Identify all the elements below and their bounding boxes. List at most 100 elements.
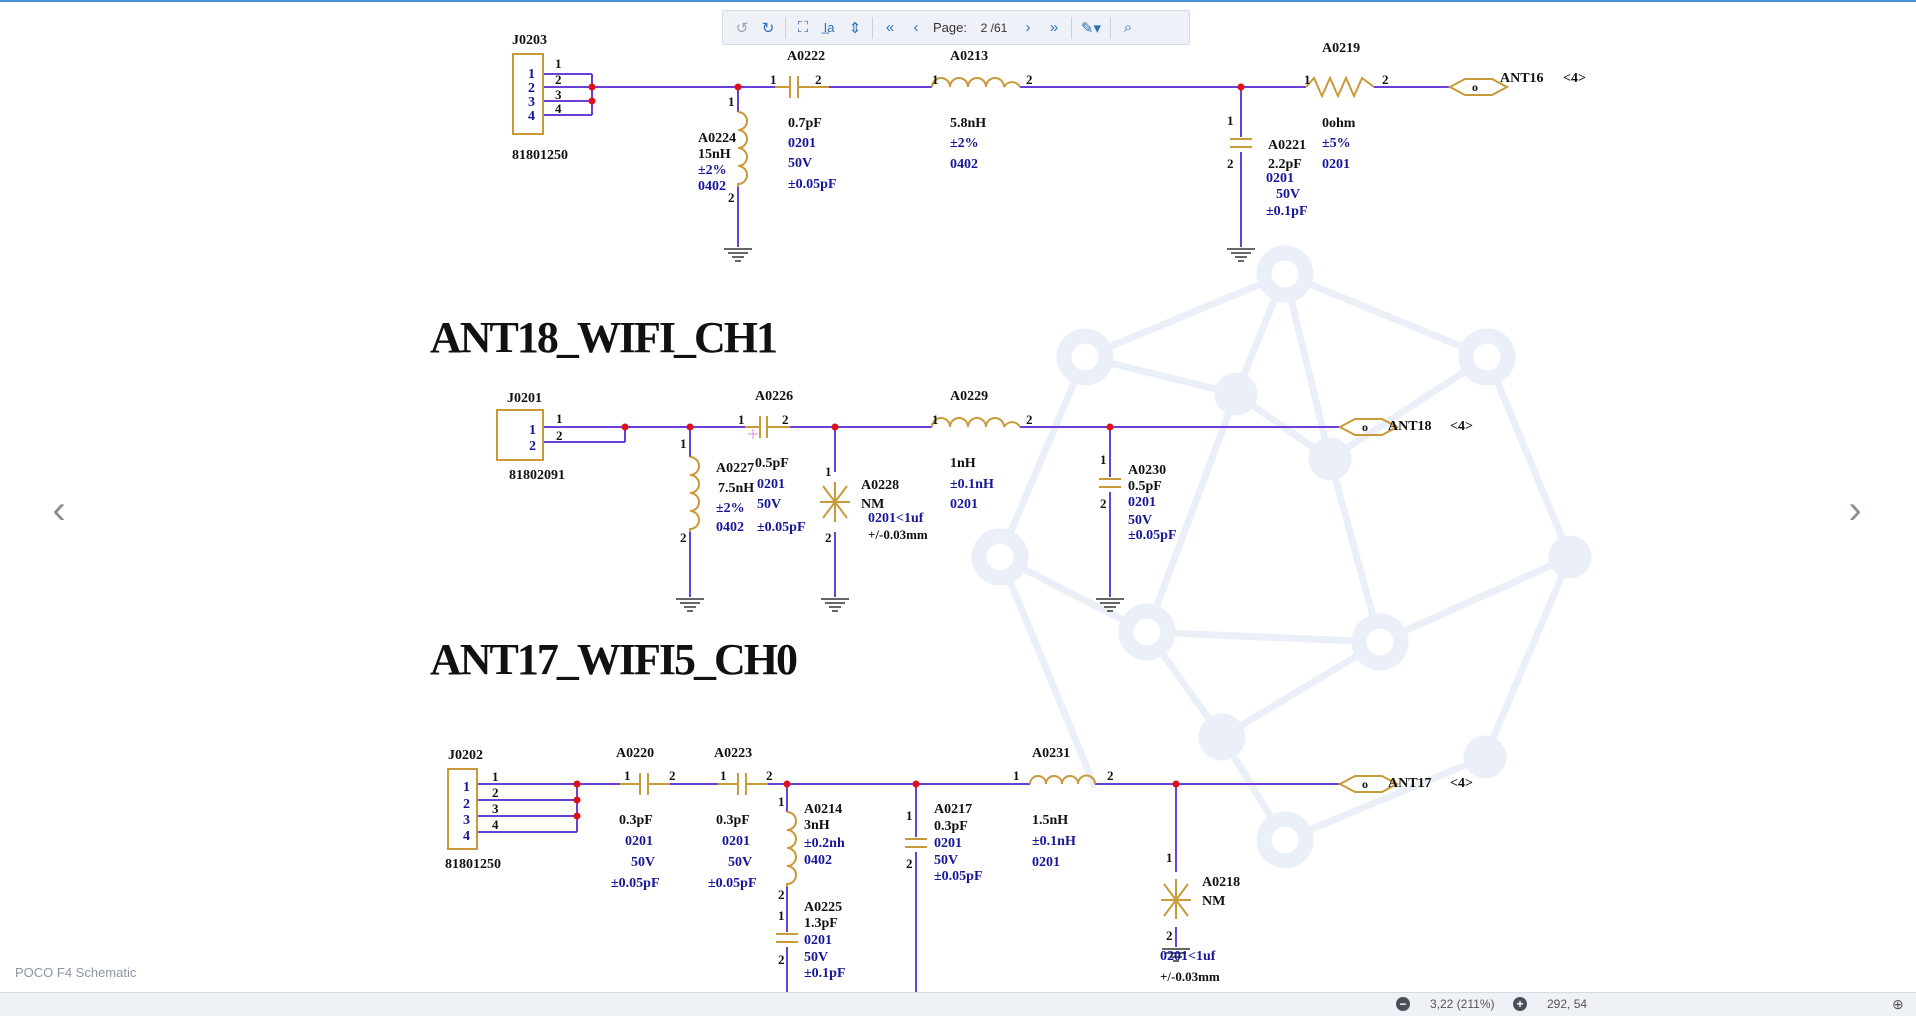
pkg-a0225: 0201 bbox=[804, 933, 832, 948]
pin-label: 2 bbox=[778, 887, 785, 902]
prev-page-button[interactable]: ‹ bbox=[903, 15, 929, 41]
tol-a0213: ±2% bbox=[950, 136, 979, 151]
pin-label: 1 bbox=[720, 768, 727, 783]
ref-j0203: J0203 bbox=[512, 33, 547, 48]
ref-a0228: A0228 bbox=[861, 478, 899, 493]
page-number-input[interactable]: 2 /61 bbox=[973, 21, 1015, 35]
minus-icon: − bbox=[1399, 997, 1407, 1011]
ref-a0226: A0226 bbox=[755, 389, 793, 404]
circuit-ant17: J0202 81801250 A0220 A0223 A0231 A0214 A… bbox=[445, 746, 1473, 992]
rotate-ccw-button[interactable]: ↺ bbox=[729, 15, 755, 41]
annotate-button[interactable]: ✎▾ bbox=[1076, 15, 1106, 41]
pin-label: 1 bbox=[624, 768, 631, 783]
text-select-button[interactable]: I̲a bbox=[816, 15, 842, 41]
toolbar-divider bbox=[785, 16, 786, 39]
scroll-mode-button[interactable]: ⇕ bbox=[842, 15, 868, 41]
tol-a0219: ±5% bbox=[1322, 136, 1351, 151]
annotate-icon: ✎▾ bbox=[1080, 19, 1102, 37]
pin-label: 3 bbox=[492, 801, 499, 816]
tol-a0223: ±0.05pF bbox=[708, 876, 757, 891]
pin-label: 1 bbox=[1013, 768, 1020, 783]
volt-a0217: 50V bbox=[934, 853, 958, 868]
pin-label: 2 bbox=[1026, 412, 1033, 427]
tol-a0217: ±0.05pF bbox=[934, 869, 983, 884]
pin-label: 2 bbox=[1107, 768, 1114, 783]
ref-a0224: A0224 bbox=[698, 131, 736, 146]
port-ant18-page: <4> bbox=[1450, 419, 1473, 434]
pin-label: 1 bbox=[492, 769, 499, 784]
first-page-icon: « bbox=[885, 19, 895, 36]
port-ant16-page: <4> bbox=[1563, 71, 1586, 86]
ref-a0225: A0225 bbox=[804, 900, 842, 915]
ref-a0213: A0213 bbox=[950, 49, 988, 64]
value-a0219: 0ohm bbox=[1322, 116, 1356, 131]
viewer-toolbar: ↺ ↻ ⛶ I̲a ⇕ « ‹ Page: 2 /61 › » ✎▾ ⌕ bbox=[722, 10, 1190, 45]
tol-a0230: ±0.05pF bbox=[1128, 528, 1177, 543]
value-a0224: 15nH bbox=[698, 147, 731, 162]
schematic-page: J0203 81801250 A0222 A0213 A0219 A0224 A… bbox=[430, 33, 1592, 992]
next-page-icon: › bbox=[1025, 19, 1031, 36]
tol-a0229: ±0.1nH bbox=[950, 477, 994, 492]
ref-a0230: A0230 bbox=[1128, 463, 1166, 478]
text-select-icon: I̲a bbox=[823, 20, 835, 35]
pin-label: 1 bbox=[463, 780, 470, 795]
first-page-button[interactable]: « bbox=[877, 15, 903, 41]
pin-label: 2 bbox=[778, 952, 785, 967]
globe-icon[interactable]: ⊕ bbox=[1892, 996, 1904, 1013]
ref-a0229: A0229 bbox=[950, 389, 988, 404]
rotate-cw-icon: ↻ bbox=[761, 19, 775, 37]
pin-label: 4 bbox=[528, 109, 535, 124]
ref-a0217: A0217 bbox=[934, 802, 972, 817]
status-bar: − 3,22 (211%) + 292, 54 ⊕ bbox=[0, 992, 1916, 1016]
ref-a0223: A0223 bbox=[714, 746, 752, 761]
ref-a0231: A0231 bbox=[1032, 746, 1070, 761]
pin-label: 2 bbox=[815, 72, 822, 87]
pkg-a0220: 0201 bbox=[625, 834, 653, 849]
search-button[interactable]: ⌕ bbox=[1115, 15, 1141, 41]
spec-a0228: 0201<1uf bbox=[868, 511, 924, 526]
pkg-a0221: 0201 bbox=[1266, 171, 1294, 186]
tol-a0224: ±2% bbox=[698, 163, 727, 178]
pkg-a0224: 0402 bbox=[698, 179, 726, 194]
document-viewport[interactable]: J0203 81801250 A0222 A0213 A0219 A0224 A… bbox=[0, 2, 1916, 992]
ref-a0219: A0219 bbox=[1322, 41, 1360, 56]
port-ant16-name: ANT16 bbox=[1500, 71, 1544, 86]
last-page-button[interactable]: » bbox=[1041, 15, 1067, 41]
pin-label: 2 bbox=[556, 428, 563, 443]
volt-a0226: 50V bbox=[757, 497, 781, 512]
zoom-in-button[interactable]: + bbox=[1513, 997, 1527, 1011]
tol-a0218: +/-0.03mm bbox=[1160, 969, 1220, 984]
circuit-ant16: J0203 81801250 A0222 A0213 A0219 A0224 A… bbox=[512, 33, 1586, 262]
pin-label: 2 bbox=[529, 439, 536, 454]
value-a0230: 0.5pF bbox=[1128, 479, 1162, 494]
ref-a0220: A0220 bbox=[616, 746, 654, 761]
next-page-arrow[interactable]: › bbox=[1840, 485, 1870, 535]
pin-label: 2 bbox=[1166, 928, 1173, 943]
value-a0218: NM bbox=[1202, 894, 1225, 909]
pin-label: 2 bbox=[528, 81, 535, 96]
prev-page-icon: ‹ bbox=[913, 19, 919, 36]
previous-page-arrow[interactable]: ‹ bbox=[44, 485, 74, 535]
pin-label: 1 bbox=[825, 464, 832, 479]
zoom-out-button[interactable]: − bbox=[1396, 997, 1410, 1011]
value-a0223: 0.3pF bbox=[716, 813, 750, 828]
rotate-cw-button[interactable]: ↻ bbox=[755, 15, 781, 41]
chevron-right-icon: › bbox=[1848, 488, 1862, 532]
pkg-a0229: 0201 bbox=[950, 497, 978, 512]
fit-page-button[interactable]: ⛶ bbox=[790, 15, 816, 41]
pin-label: 1 bbox=[738, 412, 745, 427]
next-page-button[interactable]: › bbox=[1015, 15, 1041, 41]
tol-a0220: ±0.05pF bbox=[611, 876, 660, 891]
last-page-icon: » bbox=[1049, 19, 1059, 36]
tol-a0214: ±0.2nh bbox=[804, 836, 845, 851]
pkg-a0230: 0201 bbox=[1128, 495, 1156, 510]
search-icon: ⌕ bbox=[1123, 19, 1133, 36]
pin-label: 2 bbox=[1026, 72, 1033, 87]
pin-label: 1 bbox=[778, 908, 785, 923]
pin-label: 1 bbox=[770, 72, 777, 87]
ref-j0201: J0201 bbox=[507, 391, 542, 406]
pin-label: 1 bbox=[1304, 72, 1311, 87]
ref-j0202: J0202 bbox=[448, 748, 483, 763]
tol-a0222: ±0.05pF bbox=[788, 177, 837, 192]
ref-a0218: A0218 bbox=[1202, 875, 1240, 890]
